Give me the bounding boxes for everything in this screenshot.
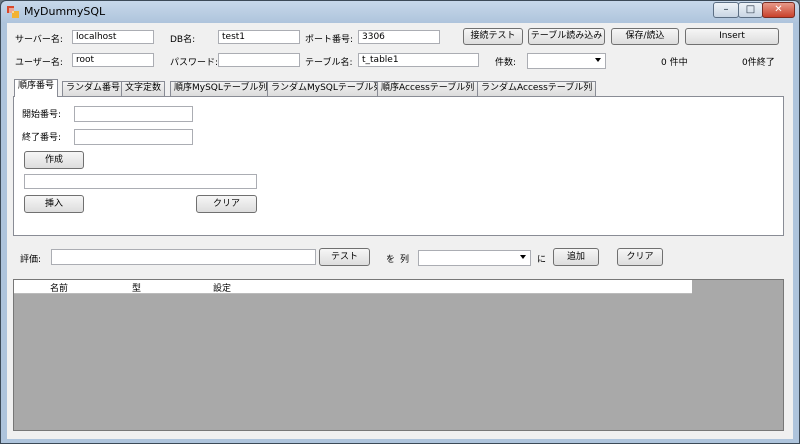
count-select[interactable]: [527, 53, 606, 69]
minimize-button[interactable]: –: [713, 2, 739, 18]
title-bar: MyDummySQL – □ ✕: [1, 1, 799, 23]
column-header-name[interactable]: 名前: [50, 281, 68, 294]
user-label: ユーザー名:: [15, 58, 63, 68]
clear-evaluation-button[interactable]: クリア: [617, 248, 663, 266]
tab-sequence-number[interactable]: 順序番号: [14, 79, 59, 97]
test-connection-button[interactable]: 接続テスト: [463, 28, 523, 45]
server-label: サーバー名:: [15, 35, 63, 45]
app-window: MyDummySQL – □ ✕ サーバー名: localhost DB名: t…: [0, 0, 800, 444]
port-label: ポート番号:: [305, 35, 354, 45]
tab-random-number[interactable]: ランダム番号: [62, 81, 125, 96]
count-label: 件数:: [495, 58, 517, 68]
tab-sequence-mysql-column[interactable]: 順序MySQLテーブル列: [170, 81, 272, 96]
db-input[interactable]: test1: [218, 30, 300, 44]
grid-header-row: 名前 型 設定: [14, 280, 692, 294]
column-header-settings[interactable]: 設定: [213, 281, 231, 294]
tab-sequence-access-column[interactable]: 順序Accessテーブル列: [377, 81, 479, 96]
completed-status: 0件終了: [742, 58, 775, 68]
insert-value-button[interactable]: 挿入: [24, 195, 84, 213]
port-input[interactable]: 3306: [358, 30, 440, 44]
create-button[interactable]: 作成: [24, 151, 84, 169]
close-icon: ✕: [774, 4, 783, 15]
column-settings-grid[interactable]: 名前 型 設定: [13, 279, 784, 431]
wo-label: を: [386, 255, 396, 265]
evaluation-label: 評価:: [20, 255, 42, 265]
save-load-button[interactable]: 保存/読込: [611, 28, 679, 45]
app-icon: [7, 6, 19, 18]
add-button[interactable]: 追加: [553, 248, 599, 266]
start-number-input[interactable]: [74, 106, 193, 122]
password-label: パスワード:: [170, 58, 219, 68]
user-input[interactable]: root: [72, 53, 154, 67]
close-button[interactable]: ✕: [762, 2, 795, 18]
tab-random-mysql-column[interactable]: ランダムMySQLテーブル列: [267, 81, 387, 96]
evaluation-input[interactable]: [51, 249, 316, 265]
password-input[interactable]: [218, 53, 300, 67]
start-number-label: 開始番号:: [22, 110, 62, 120]
test-evaluation-button[interactable]: テスト: [319, 248, 370, 266]
end-number-input[interactable]: [74, 129, 193, 145]
server-input[interactable]: localhost: [72, 30, 154, 44]
form-client-area: サーバー名: localhost DB名: test1 ポート番号: 3306 …: [7, 23, 793, 439]
clear-sequence-button[interactable]: クリア: [196, 195, 257, 213]
maximize-button[interactable]: □: [738, 2, 763, 18]
tab-random-access-column[interactable]: ランダムAccessテーブル列: [477, 81, 597, 96]
insert-button[interactable]: Insert: [685, 28, 779, 45]
tab-string-constant[interactable]: 文字定数: [121, 81, 166, 96]
minimize-icon: –: [723, 4, 729, 15]
sequence-output-field[interactable]: [24, 174, 257, 189]
progress-status: 0 件中: [661, 58, 688, 68]
column-select[interactable]: [418, 250, 531, 266]
sequence-tab-page: 開始番号: 終了番号: 作成 挿入 クリア: [13, 96, 784, 236]
table-name-input[interactable]: t_table1: [358, 53, 479, 67]
chevron-down-icon: [520, 255, 526, 259]
chevron-down-icon: [595, 58, 601, 62]
column-header-type[interactable]: 型: [132, 281, 141, 294]
maximize-icon: □: [745, 4, 756, 15]
column-label: 列: [400, 255, 410, 265]
end-number-label: 終了番号:: [22, 133, 62, 143]
db-label: DB名:: [170, 35, 196, 45]
ni-label: に: [537, 255, 547, 265]
window-title: MyDummySQL: [24, 5, 106, 18]
table-name-label: テーブル名:: [305, 58, 353, 68]
load-table-button[interactable]: テーブル読み込み: [528, 28, 605, 45]
